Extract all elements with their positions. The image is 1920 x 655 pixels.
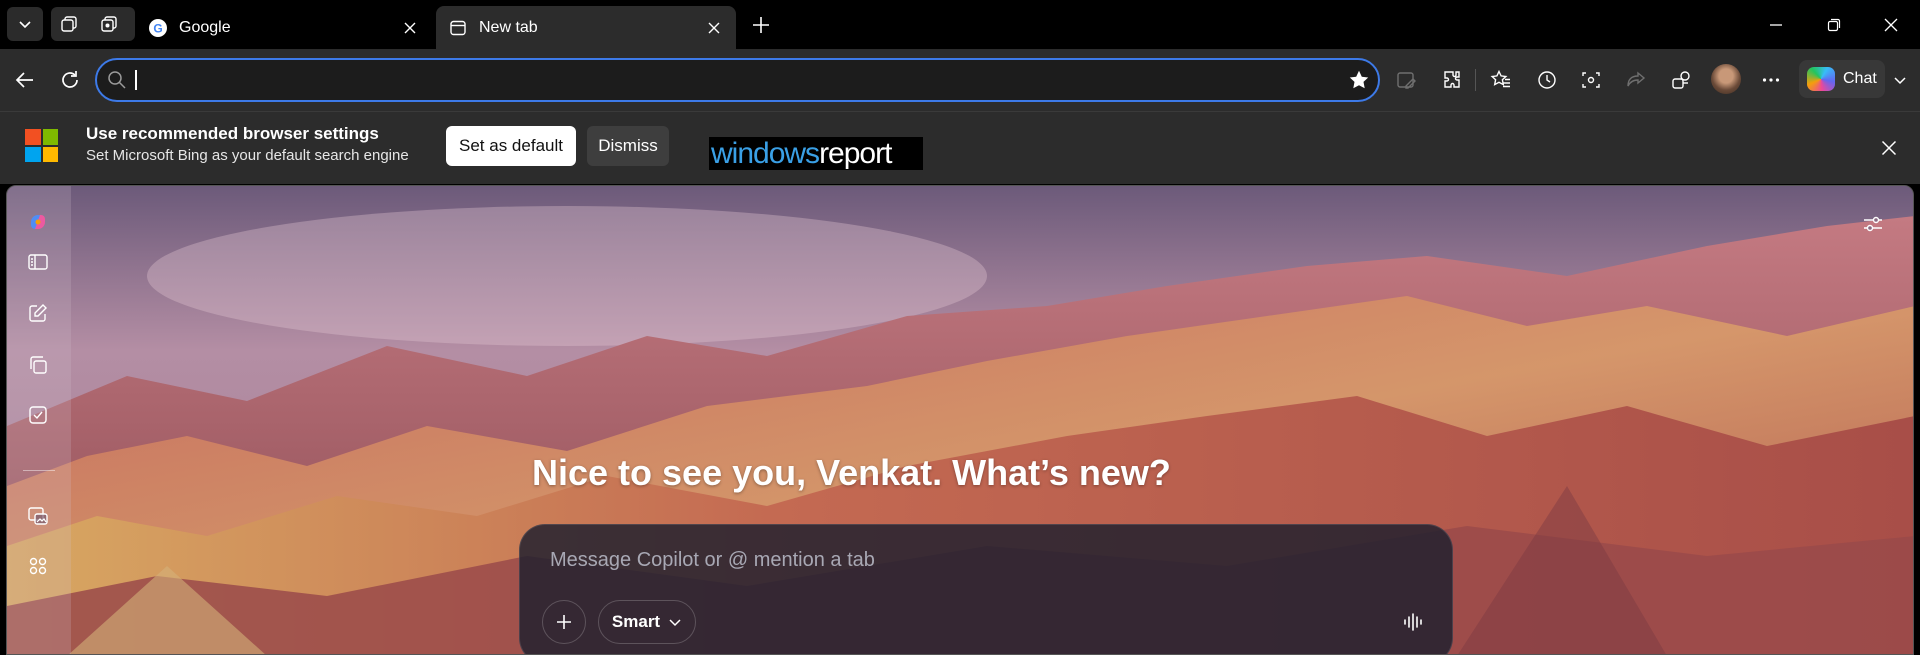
voice-input-icon[interactable] [1398,607,1428,637]
copilot-icon[interactable] [24,208,52,236]
refresh-button[interactable] [52,62,88,98]
add-attachment-button[interactable] [542,600,586,644]
favorites-icon[interactable] [1487,66,1515,94]
mode-selector-button[interactable]: Smart [598,600,696,644]
tab-new-tab[interactable]: New tab [436,6,736,49]
address-input[interactable] [135,66,1315,94]
windowsreport-watermark: windowsreport [709,137,923,170]
close-icon [1884,18,1898,31]
google-icon: G [148,18,168,38]
workspace-buttons [51,7,135,41]
copilot-logo-icon [1807,67,1835,91]
screenshot-icon[interactable] [1577,66,1605,94]
share-icon[interactable] [1622,66,1650,94]
mode-label: Smart [611,612,661,631]
default-settings-infobar: Use recommended browser settings Set Mic… [0,111,1920,184]
close-icon[interactable] [400,18,420,38]
new-tab-icon [448,18,468,38]
minimize-button[interactable] [1747,0,1805,49]
read-aloud-icon[interactable] [1392,66,1420,94]
close-icon [1881,140,1897,156]
collections-icon[interactable] [24,351,52,379]
chevron-down-icon[interactable] [1886,66,1914,94]
chevron-down-icon [19,21,31,29]
svg-text:G: G [153,21,162,35]
profile-avatar[interactable] [1711,64,1741,94]
compose-icon[interactable] [24,299,52,327]
sidebar-panel-icon[interactable] [24,248,52,276]
toolbar-divider [1475,69,1476,91]
back-arrow-icon [15,72,33,88]
address-bar[interactable] [95,58,1380,102]
image-search-icon[interactable] [24,502,52,530]
dismiss-button[interactable]: Dismiss [587,126,669,166]
new-tab-page: Nice to see you, Venkat. What’s new? Mes… [6,185,1914,655]
back-button[interactable] [7,62,43,98]
plus-icon [557,615,571,629]
apps-grid-icon[interactable] [24,552,52,580]
extensions-icon[interactable] [1438,66,1466,94]
chat-label: Chat [1843,70,1877,87]
tab-title: Google [179,18,231,36]
restore-button[interactable] [1805,0,1863,49]
chevron-down-icon [669,619,681,627]
infobar-title: Use recommended browser settings [86,124,379,143]
tasks-checkbox-icon[interactable] [24,401,52,429]
page-settings-icon[interactable] [1859,210,1887,238]
favorite-star-icon[interactable] [1348,69,1370,96]
composer-placeholder[interactable]: Message Copilot or @ mention a tab [550,549,875,572]
new-tab-button[interactable] [748,12,774,38]
left-sidebar [7,186,71,654]
refresh-icon [62,71,78,88]
close-icon[interactable] [704,18,724,38]
navigation-toolbar: Chat [0,49,1920,111]
infobar-subtitle: Set Microsoft Bing as your default searc… [86,147,409,164]
greeting-heading: Nice to see you, Venkat. What’s new? [532,452,1171,493]
restore-icon [1827,18,1841,31]
search-icon [107,70,127,95]
minimize-icon [1770,23,1782,26]
close-infobar-button[interactable] [1877,136,1901,160]
copilot-composer[interactable]: Message Copilot or @ mention a tab Smart [519,524,1453,654]
close-window-button[interactable] [1862,0,1920,49]
microsoft-logo-icon [25,129,58,162]
tab-actions-button[interactable] [7,7,43,41]
workspaces-icon[interactable] [59,14,79,39]
tab-title: New tab [479,18,538,36]
sidebar-divider [23,470,55,471]
plus-icon [753,17,769,33]
tab-groups-icon[interactable] [99,14,119,39]
tab-google[interactable]: G Google [136,6,432,49]
set-as-default-button[interactable]: Set as default [446,126,576,166]
text-caret [135,70,137,90]
more-options-icon[interactable] [1757,66,1785,94]
tab-strip: G Google New tab [0,0,1920,49]
performance-icon[interactable] [1667,66,1695,94]
copilot-chat-button[interactable]: Chat [1799,60,1885,98]
history-icon[interactable] [1533,66,1561,94]
